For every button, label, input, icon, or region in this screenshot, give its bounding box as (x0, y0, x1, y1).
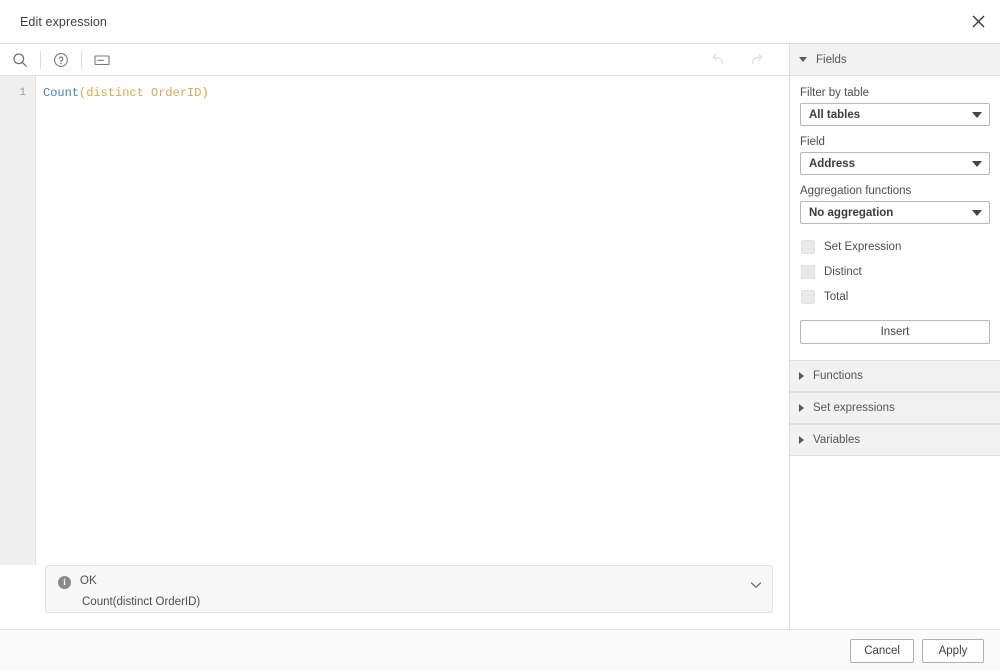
search-icon (12, 52, 28, 68)
token-field: OrderID (151, 86, 202, 100)
field-label: Field (800, 136, 825, 148)
dialog-body: 1 Count(distinct OrderID) i OK Count(dis… (0, 44, 1000, 629)
accordion-set-expressions[interactable]: Set expressions (790, 392, 1000, 424)
accordion-variables[interactable]: Variables (790, 424, 1000, 456)
field-select[interactable]: Address (800, 152, 990, 175)
checkbox-total-label: Total (824, 290, 849, 303)
status-text-group: OK Count(distinct OrderID) (80, 574, 200, 610)
cancel-button[interactable]: Cancel (850, 638, 914, 663)
line-number: 1 (19, 87, 26, 99)
panel-filler (790, 456, 1000, 629)
filter-by-table-value: All tables (809, 108, 861, 121)
token-function: Count (43, 86, 80, 100)
toolbar-right-group (697, 44, 789, 75)
dialog-footer: Cancel Apply (0, 629, 1000, 671)
dialog-titlebar: Edit expression (0, 0, 1000, 44)
aggregation-functions-label: Aggregation functions (800, 185, 912, 197)
accordion-set-expressions-label: Set expressions (813, 402, 895, 414)
help-circle-icon (53, 52, 69, 68)
filter-by-table-label: Filter by table (800, 87, 870, 99)
caret-down-icon (972, 160, 982, 167)
redo-button[interactable] (737, 44, 777, 75)
comment-button[interactable] (82, 44, 122, 75)
accordion-fields-label: Fields (816, 53, 847, 66)
editor-toolbar (0, 44, 789, 76)
status-title: OK (80, 575, 97, 587)
checkbox-set-expression[interactable]: Set Expression (800, 234, 990, 259)
fields-panel-content: Filter by table All tables Field Address… (790, 76, 1000, 360)
chevron-down-icon (799, 57, 807, 62)
edit-expression-dialog: Edit expression 1 Count(distinct OrderID… (0, 0, 1000, 671)
accordion-fields[interactable]: Fields (790, 44, 1000, 76)
checkbox-set-expression-label: Set Expression (824, 240, 902, 253)
insert-button[interactable]: Insert (800, 320, 990, 344)
validation-status-box[interactable]: i OK Count(distinct OrderID) (45, 565, 773, 613)
chevron-right-icon (799, 372, 804, 380)
close-icon (972, 15, 985, 28)
checkbox-distinct-label: Distinct (824, 265, 862, 278)
accordion-functions-label: Functions (813, 370, 863, 382)
help-button[interactable] (41, 44, 81, 75)
filter-by-table-select[interactable]: All tables (800, 103, 990, 126)
status-expand-button[interactable] (750, 576, 762, 594)
close-button[interactable] (956, 0, 1000, 43)
aggregation-functions-value: No aggregation (809, 206, 894, 219)
checkbox-box (801, 264, 815, 279)
caret-down-icon (972, 111, 982, 118)
undo-arrow-icon (709, 52, 726, 67)
accordion-variables-label: Variables (813, 434, 861, 446)
accordion-functions[interactable]: Functions (790, 360, 1000, 392)
chevron-down-icon (750, 576, 762, 593)
apply-button[interactable]: Apply (922, 638, 984, 663)
line-number-gutter: 1 (0, 76, 36, 565)
toolbar-left-group (0, 44, 122, 75)
search-button[interactable] (0, 44, 40, 75)
undo-button[interactable] (697, 44, 737, 75)
chevron-right-icon (799, 404, 804, 412)
comment-box-icon (93, 53, 111, 67)
editor-column: 1 Count(distinct OrderID) i OK Count(dis… (0, 44, 790, 629)
status-area: i OK Count(distinct OrderID) (0, 565, 789, 629)
info-icon: i (58, 576, 71, 589)
dialog-title: Edit expression (20, 14, 107, 29)
caret-down-icon (972, 209, 982, 216)
code-text-area[interactable]: Count(distinct OrderID) (36, 76, 789, 565)
token-keyword: distinct (86, 86, 144, 100)
code-line-1: Count(distinct OrderID) (43, 85, 789, 101)
status-detail: Count(distinct OrderID) (82, 596, 201, 608)
checkbox-box (801, 239, 815, 254)
redo-arrow-icon (749, 52, 766, 67)
token-close-paren: ) (201, 86, 209, 100)
checkbox-total[interactable]: Total (800, 284, 990, 309)
field-value: Address (809, 157, 856, 170)
side-panel: Fields Filter by table All tables Field … (790, 44, 1000, 629)
code-editor[interactable]: 1 Count(distinct OrderID) (0, 76, 789, 565)
checkbox-box (801, 289, 815, 304)
checkbox-distinct[interactable]: Distinct (800, 259, 990, 284)
aggregation-functions-select[interactable]: No aggregation (800, 201, 990, 224)
chevron-right-icon (799, 436, 804, 444)
